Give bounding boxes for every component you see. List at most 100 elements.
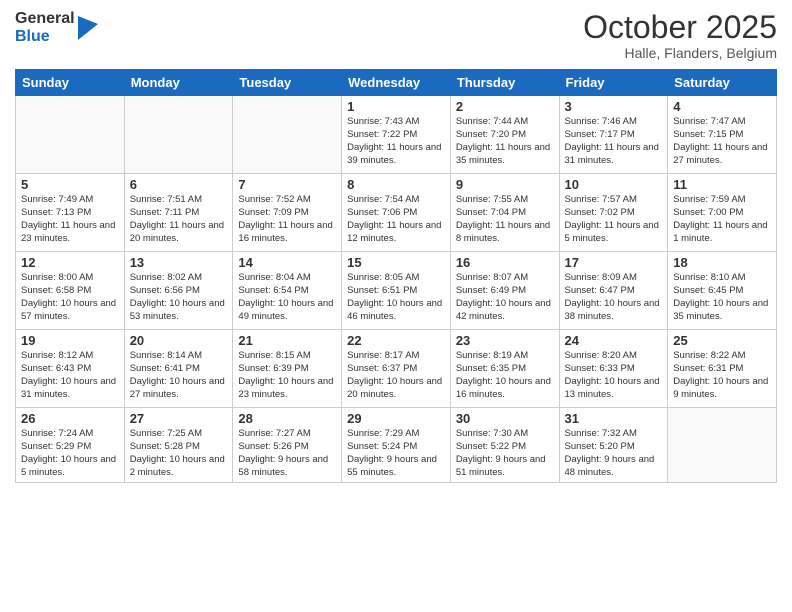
day-info: Sunrise: 8:02 AM Sunset: 6:56 PM Dayligh… xyxy=(130,272,228,323)
day-info: Sunrise: 8:17 AM Sunset: 6:37 PM Dayligh… xyxy=(347,350,445,401)
day-info: Sunrise: 8:07 AM Sunset: 6:49 PM Dayligh… xyxy=(456,272,554,323)
table-row: 31Sunrise: 7:32 AM Sunset: 5:20 PM Dayli… xyxy=(559,408,668,483)
table-row xyxy=(233,96,342,174)
day-number: 24 xyxy=(565,333,663,348)
day-number: 7 xyxy=(238,177,336,192)
day-info: Sunrise: 7:55 AM Sunset: 7:04 PM Dayligh… xyxy=(456,194,554,245)
day-number: 17 xyxy=(565,255,663,270)
day-number: 28 xyxy=(238,411,336,426)
table-row: 18Sunrise: 8:10 AM Sunset: 6:45 PM Dayli… xyxy=(668,252,777,330)
logo-blue: Blue xyxy=(15,28,75,46)
header-sunday: Sunday xyxy=(16,70,125,96)
day-info: Sunrise: 8:10 AM Sunset: 6:45 PM Dayligh… xyxy=(673,272,771,323)
day-info: Sunrise: 8:05 AM Sunset: 6:51 PM Dayligh… xyxy=(347,272,445,323)
table-row xyxy=(124,96,233,174)
location-subtitle: Halle, Flanders, Belgium xyxy=(583,45,777,61)
day-number: 20 xyxy=(130,333,228,348)
logo: General Blue xyxy=(15,10,98,45)
day-info: Sunrise: 8:20 AM Sunset: 6:33 PM Dayligh… xyxy=(565,350,663,401)
day-info: Sunrise: 7:27 AM Sunset: 5:26 PM Dayligh… xyxy=(238,428,336,479)
day-info: Sunrise: 7:24 AM Sunset: 5:29 PM Dayligh… xyxy=(21,428,119,479)
day-info: Sunrise: 7:54 AM Sunset: 7:06 PM Dayligh… xyxy=(347,194,445,245)
week-row-5: 26 Sunrise: 7:24 AM Sunset: 5:29 PM Dayli… xyxy=(16,408,777,483)
table-row: 3Sunrise: 7:46 AM Sunset: 7:17 PM Daylig… xyxy=(559,96,668,174)
day-number: 22 xyxy=(347,333,445,348)
month-title: October 2025 xyxy=(583,10,777,45)
table-row: 7Sunrise: 7:52 AM Sunset: 7:09 PM Daylig… xyxy=(233,174,342,252)
day-number: 23 xyxy=(456,333,554,348)
header: General Blue October 2025 Halle, Flander… xyxy=(15,10,777,61)
day-number: 2 xyxy=(456,99,554,114)
week-row-4: 19Sunrise: 8:12 AM Sunset: 6:43 PM Dayli… xyxy=(16,330,777,408)
day-info: Sunrise: 7:49 AM Sunset: 7:13 PM Dayligh… xyxy=(21,194,119,245)
table-row: 23 Sunrise: 8:19 AM Sunset: 6:35 PM Dayli… xyxy=(450,330,559,408)
day-number: 30 xyxy=(456,411,554,426)
day-info: Sunrise: 7:47 AM Sunset: 7:15 PM Dayligh… xyxy=(673,116,771,167)
day-number: 25 xyxy=(673,333,771,348)
day-info: Sunrise: 7:51 AM Sunset: 7:11 PM Dayligh… xyxy=(130,194,228,245)
logo-text: General Blue xyxy=(15,10,75,45)
day-info: Sunrise: 7:25 AM Sunset: 5:28 PM Dayligh… xyxy=(130,428,228,479)
table-row: 15 Sunrise: 8:05 AM Sunset: 6:51 PM Dayli… xyxy=(342,252,451,330)
day-number: 15 xyxy=(347,255,445,270)
table-row: 26 Sunrise: 7:24 AM Sunset: 5:29 PM Dayli… xyxy=(16,408,125,483)
day-info: Sunrise: 8:09 AM Sunset: 6:47 PM Dayligh… xyxy=(565,272,663,323)
day-number: 27 xyxy=(130,411,228,426)
table-row: 9Sunrise: 7:55 AM Sunset: 7:04 PM Daylig… xyxy=(450,174,559,252)
table-row: 30 Sunrise: 7:30 AM Sunset: 5:22 PM Dayli… xyxy=(450,408,559,483)
calendar-table: Sunday Monday Tuesday Wednesday Thursday… xyxy=(15,69,777,483)
day-info: Sunrise: 8:19 AM Sunset: 6:35 PM Dayligh… xyxy=(456,350,554,401)
day-info: Sunrise: 7:30 AM Sunset: 5:22 PM Dayligh… xyxy=(456,428,554,479)
table-row: 1 Sunrise: 7:43 AM Sunset: 7:22 PM Daylig… xyxy=(342,96,451,174)
table-row: 25 Sunrise: 8:22 AM Sunset: 6:31 PM Dayli… xyxy=(668,330,777,408)
day-info: Sunrise: 7:57 AM Sunset: 7:02 PM Dayligh… xyxy=(565,194,663,245)
day-info: Sunrise: 8:12 AM Sunset: 6:43 PM Dayligh… xyxy=(21,350,119,401)
day-number: 14 xyxy=(238,255,336,270)
day-info: Sunrise: 8:22 AM Sunset: 6:31 PM Dayligh… xyxy=(673,350,771,401)
table-row xyxy=(668,408,777,483)
day-number: 11 xyxy=(673,177,771,192)
week-row-3: 12 Sunrise: 8:00 AM Sunset: 6:58 PM Dayli… xyxy=(16,252,777,330)
header-friday: Friday xyxy=(559,70,668,96)
page: General Blue October 2025 Halle, Flander… xyxy=(0,0,792,612)
table-row: 19Sunrise: 8:12 AM Sunset: 6:43 PM Dayli… xyxy=(16,330,125,408)
table-row: 4 Sunrise: 7:47 AM Sunset: 7:15 PM Daylig… xyxy=(668,96,777,174)
day-number: 8 xyxy=(347,177,445,192)
header-tuesday: Tuesday xyxy=(233,70,342,96)
table-row: 10 Sunrise: 7:57 AM Sunset: 7:02 PM Dayli… xyxy=(559,174,668,252)
day-info: Sunrise: 8:00 AM Sunset: 6:58 PM Dayligh… xyxy=(21,272,119,323)
logo-icon xyxy=(78,16,98,40)
table-row: 14 Sunrise: 8:04 AM Sunset: 6:54 PM Dayli… xyxy=(233,252,342,330)
table-row: 5 Sunrise: 7:49 AM Sunset: 7:13 PM Daylig… xyxy=(16,174,125,252)
header-wednesday: Wednesday xyxy=(342,70,451,96)
table-row xyxy=(16,96,125,174)
day-number: 6 xyxy=(130,177,228,192)
logo-general: General xyxy=(15,10,75,28)
table-row: 12 Sunrise: 8:00 AM Sunset: 6:58 PM Dayli… xyxy=(16,252,125,330)
day-number: 21 xyxy=(238,333,336,348)
table-row: 11 Sunrise: 7:59 AM Sunset: 7:00 PM Dayli… xyxy=(668,174,777,252)
day-number: 29 xyxy=(347,411,445,426)
table-row: 29Sunrise: 7:29 AM Sunset: 5:24 PM Dayli… xyxy=(342,408,451,483)
day-number: 12 xyxy=(21,255,119,270)
day-info: Sunrise: 7:46 AM Sunset: 7:17 PM Dayligh… xyxy=(565,116,663,167)
day-number: 1 xyxy=(347,99,445,114)
table-row: 16Sunrise: 8:07 AM Sunset: 6:49 PM Dayli… xyxy=(450,252,559,330)
day-number: 26 xyxy=(21,411,119,426)
table-row: 2Sunrise: 7:44 AM Sunset: 7:20 PM Daylig… xyxy=(450,96,559,174)
day-number: 5 xyxy=(21,177,119,192)
day-info: Sunrise: 7:59 AM Sunset: 7:00 PM Dayligh… xyxy=(673,194,771,245)
table-row: 21Sunrise: 8:15 AM Sunset: 6:39 PM Dayli… xyxy=(233,330,342,408)
day-number: 10 xyxy=(565,177,663,192)
table-row: 8 Sunrise: 7:54 AM Sunset: 7:06 PM Daylig… xyxy=(342,174,451,252)
table-row: 6 Sunrise: 7:51 AM Sunset: 7:11 PM Daylig… xyxy=(124,174,233,252)
day-info: Sunrise: 8:04 AM Sunset: 6:54 PM Dayligh… xyxy=(238,272,336,323)
weekday-header-row: Sunday Monday Tuesday Wednesday Thursday… xyxy=(16,70,777,96)
table-row: 17 Sunrise: 8:09 AM Sunset: 6:47 PM Dayli… xyxy=(559,252,668,330)
day-number: 31 xyxy=(565,411,663,426)
header-saturday: Saturday xyxy=(668,70,777,96)
day-info: Sunrise: 7:43 AM Sunset: 7:22 PM Dayligh… xyxy=(347,116,445,167)
week-row-2: 5 Sunrise: 7:49 AM Sunset: 7:13 PM Daylig… xyxy=(16,174,777,252)
day-info: Sunrise: 8:14 AM Sunset: 6:41 PM Dayligh… xyxy=(130,350,228,401)
day-number: 4 xyxy=(673,99,771,114)
